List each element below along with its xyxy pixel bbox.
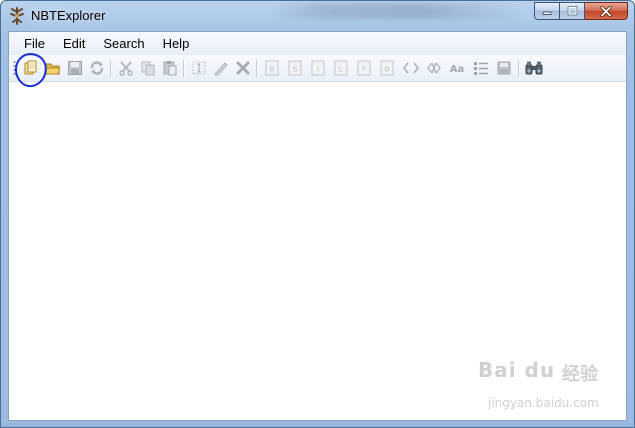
open-folder-icon (45, 63, 61, 75)
watermark-cn: 经验 (562, 364, 598, 385)
add-byte-button[interactable]: B (262, 58, 282, 78)
paste-icon (163, 61, 177, 76)
watermark-logo: Bai du (478, 358, 556, 382)
toolbar-grip[interactable] (13, 60, 16, 77)
maximize-button[interactable] (560, 2, 585, 20)
delete-button[interactable] (233, 58, 253, 78)
toolbar-separator (518, 60, 520, 77)
title-bar-blur (271, 3, 521, 19)
nbt-tree-icon (10, 7, 24, 25)
binoculars-icon (525, 61, 543, 75)
rename-icon (192, 61, 206, 75)
tag-l-icon: L (334, 60, 348, 76)
add-double-button[interactable]: D (377, 58, 397, 78)
find-button[interactable] (524, 58, 544, 78)
add-int-button[interactable]: I (308, 58, 328, 78)
copy-icon (141, 61, 155, 76)
add-list-button[interactable] (471, 58, 491, 78)
add-byte-array-button[interactable] (401, 58, 421, 78)
cut-icon (119, 61, 133, 76)
tag-s-letter: S (293, 66, 298, 74)
refresh-button[interactable] (87, 58, 107, 78)
edit-value-button[interactable] (211, 58, 231, 78)
save-icon (68, 61, 82, 75)
save-button[interactable] (65, 58, 85, 78)
title-bar[interactable]: NBTExplorer (1, 1, 634, 31)
menu-edit[interactable]: Edit (54, 33, 94, 55)
tag-i-letter: I (317, 66, 319, 74)
menu-bar: File Edit Search Help (9, 32, 626, 55)
tag-d-letter: D (384, 66, 389, 74)
tag-b-icon: B (265, 60, 279, 76)
paste-button[interactable] (160, 58, 180, 78)
toolbar-separator (256, 60, 258, 77)
tag-b-letter: B (270, 66, 275, 74)
add-compound-button[interactable] (494, 58, 514, 78)
tag-f-letter: F (362, 66, 366, 74)
add-int-array-button[interactable] (424, 58, 444, 78)
maximize-icon (567, 6, 577, 16)
add-long-button[interactable]: L (331, 58, 351, 78)
toolbar-separator (110, 60, 112, 77)
add-short-button[interactable]: S (285, 58, 305, 78)
caption-buttons (534, 2, 628, 21)
open-file-button[interactable] (21, 58, 41, 78)
tag-f-icon: F (357, 60, 371, 76)
open-file-icon (24, 60, 37, 75)
toolbar: B S I L F D Aa (9, 55, 626, 82)
string-icon: Aa (450, 64, 465, 75)
tag-i-icon: I (311, 60, 325, 76)
rename-button[interactable] (189, 58, 209, 78)
watermark-url: jingyan.baidu.com (488, 396, 599, 410)
window-bottom-border (1, 421, 634, 427)
copy-button[interactable] (138, 58, 158, 78)
list-icon (474, 62, 488, 75)
compound-icon (497, 61, 511, 75)
tag-l-letter: L (339, 66, 343, 74)
menu-help[interactable]: Help (154, 33, 199, 55)
byte-array-icon (403, 62, 419, 74)
menu-search[interactable]: Search (94, 33, 153, 55)
add-string-button[interactable]: Aa (447, 58, 467, 78)
cut-button[interactable] (116, 58, 136, 78)
toolbar-separator (183, 60, 185, 77)
watermark: Bai du 经验 jingyan.baidu.com (478, 358, 618, 418)
int-array-icon (427, 62, 441, 74)
add-float-button[interactable]: F (354, 58, 374, 78)
close-icon (600, 5, 612, 17)
close-button[interactable] (585, 2, 628, 20)
window-title: NBTExplorer (31, 8, 106, 23)
minimize-button[interactable] (534, 2, 560, 20)
open-folder-button[interactable] (43, 58, 63, 78)
tag-d-icon: D (380, 60, 394, 76)
menu-file[interactable]: File (15, 33, 54, 55)
tag-s-icon: S (288, 60, 302, 76)
pencil-icon (214, 62, 228, 76)
delete-icon (236, 61, 250, 75)
string-icon-letters: Aa (450, 64, 465, 75)
refresh-icon (90, 61, 104, 75)
minimize-icon (542, 11, 552, 15)
